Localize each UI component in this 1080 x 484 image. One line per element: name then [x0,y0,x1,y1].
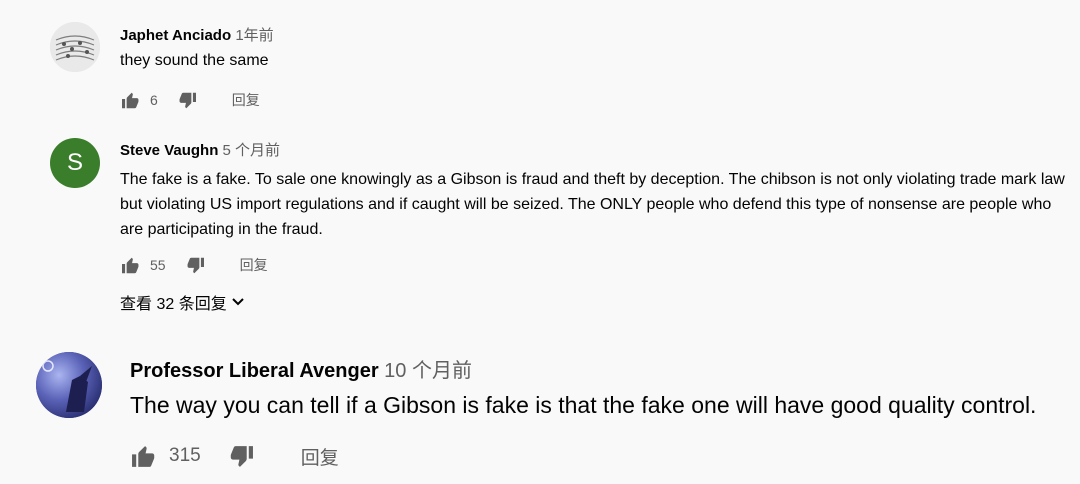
dislike-icon[interactable] [229,443,255,469]
comment-time[interactable]: 1年前 [235,27,273,44]
author-name[interactable]: Japhet Anciado [120,27,231,44]
comment-text: The way you can tell if a Gibson is fake… [130,392,1037,418]
avatar[interactable] [50,22,100,72]
comment-text: The fake is a fake. To sale one knowingl… [120,171,1065,238]
comment-time[interactable]: 10 个月前 [384,360,472,382]
reply-button[interactable]: 回复 [301,443,339,470]
author-line: Professor Liberal Avenger 10 个月前 [130,354,472,383]
avatar-image [36,352,102,418]
like-count: 55 [150,257,166,273]
dislike-icon[interactable] [178,90,198,110]
comment-actions: 315 回复 [130,442,339,470]
like-icon[interactable] [120,90,140,110]
like-icon[interactable] [130,443,156,469]
author-line: Steve Vaughn 5 个月前 [120,139,280,160]
comment-actions: 55 回复 [120,255,268,275]
author-name[interactable]: Professor Liberal Avenger [130,360,379,382]
avatar-image [50,22,100,72]
comment-1: Japhet Anciado 1年前 they sound the same 6… [0,0,1080,120]
comment-text: they sound the same [120,52,269,69]
reply-button[interactable]: 回复 [232,90,260,110]
comment-time[interactable]: 5 个月前 [223,142,281,159]
reply-button[interactable]: 回复 [240,255,268,275]
comment-actions: 6 回复 [120,90,260,110]
like-count: 315 [169,445,201,466]
author-name[interactable]: Steve Vaughn [120,142,218,159]
comment-3: Professor Liberal Avenger 10 个月前 The way… [0,320,1080,484]
like-count: 6 [150,92,158,108]
avatar[interactable]: S [50,138,100,188]
author-line: Japhet Anciado 1年前 [120,24,274,45]
comment-2: S Steve Vaughn 5 个月前 The fake is a fake.… [0,120,1080,320]
view-replies-button[interactable]: 查看 32 条回复 [120,290,244,314]
dislike-icon[interactable] [186,255,206,275]
avatar-letter: S [66,149,83,176]
like-icon[interactable] [120,255,140,275]
chevron-down-icon [231,298,244,306]
view-replies-label: 查看 32 条回复 [120,296,227,313]
avatar[interactable] [36,352,102,418]
